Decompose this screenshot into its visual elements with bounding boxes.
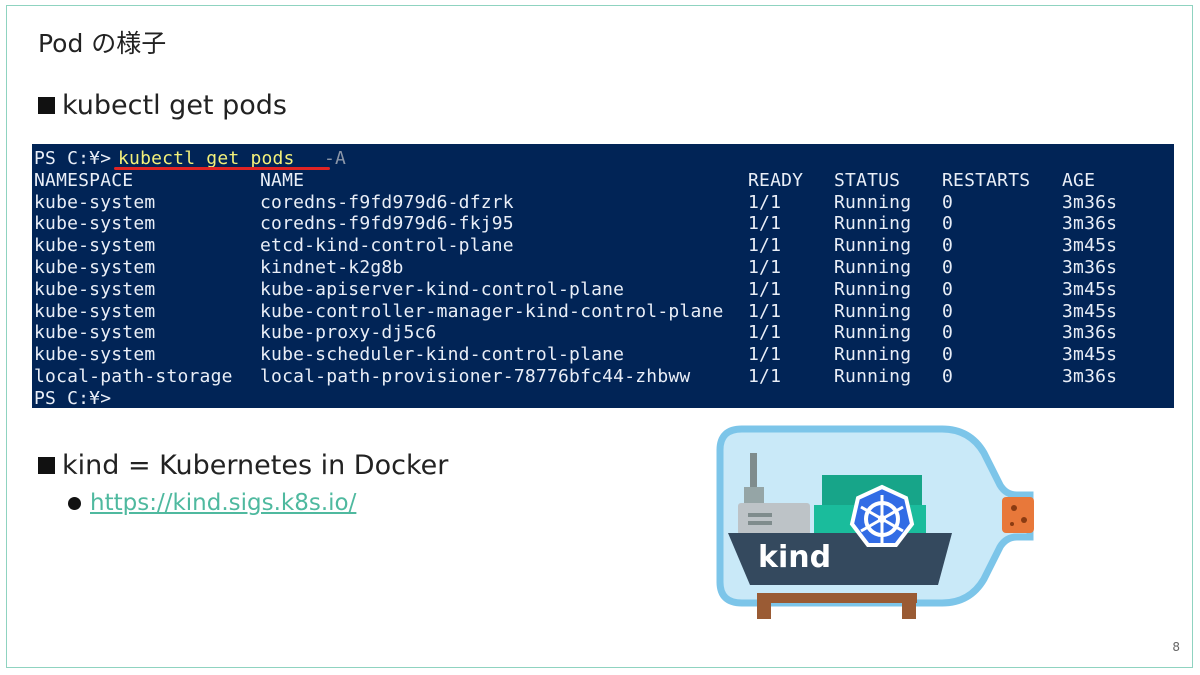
pod-status-cell: Running xyxy=(834,278,912,300)
pod-age-cell: 3m45s xyxy=(1062,300,1118,322)
header-age: AGE xyxy=(1062,169,1096,191)
header-ready: READY xyxy=(748,169,804,191)
pod-name-cell: etcd-kind-control-plane xyxy=(260,235,514,257)
terminal-final-prompt[interactable]: PS C:¥> xyxy=(34,388,111,410)
pod-namespace-cell: kube-system xyxy=(34,344,156,366)
pod-ready-cell: 1/1 xyxy=(748,344,782,366)
pod-status-cell: Running xyxy=(834,322,912,344)
terminal-header-row: NAMESPACE NAME READY STATUS RESTARTS AGE xyxy=(34,170,1172,192)
pod-age-cell: 3m36s xyxy=(1062,256,1118,278)
pod-ready-cell: 1/1 xyxy=(748,213,782,235)
pod-row: kube-system coredns-f9fd979d6-dfzrk 1/1 Run… xyxy=(34,192,1172,214)
square-bullet-icon xyxy=(38,457,55,474)
pod-status-cell: Running xyxy=(834,300,912,322)
pod-row: kube-system kindnet-k2g8b 1/1 Running 0 3m36s xyxy=(34,257,1172,279)
pod-age-cell: 3m45s xyxy=(1062,344,1118,366)
pod-status-cell: Running xyxy=(834,256,912,278)
header-namespace: NAMESPACE xyxy=(34,169,134,191)
command-underline-annotation xyxy=(114,167,330,170)
pod-namespace-cell: kube-system xyxy=(34,322,156,344)
pod-ready-cell: 1/1 xyxy=(748,278,782,300)
pod-rows: kube-system coredns-f9fd979d6-dfzrk 1/1 Run… xyxy=(34,192,1172,388)
pod-age-cell: 3m45s xyxy=(1062,235,1118,257)
pod-status-cell: Running xyxy=(834,191,912,213)
pod-status-cell: Running xyxy=(834,365,912,387)
pod-ready-cell: 1/1 xyxy=(748,256,782,278)
terminal-final-prompt-line: PS C:¥> xyxy=(34,388,1172,410)
bullet-kind-label: kind = Kubernetes in Docker xyxy=(62,450,449,481)
pod-name-cell: local-path-provisioner-78776bfc44-zhbww xyxy=(260,365,691,387)
pod-restarts-cell: 0 xyxy=(942,191,954,213)
pod-row: kube-system coredns-f9fd979d6-fkj95 1/1 Run… xyxy=(34,213,1172,235)
pod-restarts-cell: 0 xyxy=(942,300,954,322)
pod-name-cell: coredns-f9fd979d6-dfzrk xyxy=(260,191,514,213)
pod-ready-cell: 1/1 xyxy=(748,365,782,387)
terminal-prompt: PS C:¥> xyxy=(34,148,112,169)
pod-ready-cell: 1/1 xyxy=(748,235,782,257)
kubernetes-helm-icon xyxy=(849,484,915,547)
header-name: NAME xyxy=(260,169,305,191)
pod-name-cell: kube-controller-manager-kind-control-pla… xyxy=(260,300,724,322)
pod-restarts-cell: 0 xyxy=(942,213,954,235)
pod-namespace-cell: kube-system xyxy=(34,256,156,278)
pod-status-cell: Running xyxy=(834,235,912,257)
cork-icon xyxy=(1002,497,1034,533)
sub-bullet-link: https://kind.sigs.k8s.io/ xyxy=(68,490,356,516)
pod-age-cell: 3m36s xyxy=(1062,191,1118,213)
bullet-kubectl: kubectl get pods xyxy=(38,90,287,121)
pod-namespace-cell: kube-system xyxy=(34,235,156,257)
pod-restarts-cell: 0 xyxy=(942,235,954,257)
page-number: 8 xyxy=(1172,640,1180,654)
pod-ready-cell: 1/1 xyxy=(748,191,782,213)
pod-row: local-path-storage local-path-provisioner… xyxy=(34,366,1172,388)
pod-row: kube-system kube-scheduler-kind-control-p… xyxy=(34,344,1172,366)
pod-name-cell: kube-apiserver-kind-control-plane xyxy=(260,278,625,300)
pod-namespace-cell: local-path-storage xyxy=(34,365,233,387)
stand-icon xyxy=(757,593,917,603)
pod-age-cell: 3m45s xyxy=(1062,278,1118,300)
header-restarts: RESTARTS xyxy=(942,169,1031,191)
pod-age-cell: 3m36s xyxy=(1062,365,1118,387)
slide-title: Pod の様子 xyxy=(38,29,167,58)
pod-ready-cell: 1/1 xyxy=(748,300,782,322)
square-bullet-icon xyxy=(38,97,55,114)
terminal-window[interactable]: PS C:¥> kubectl get pods -A NAMESPACE NA… xyxy=(32,144,1174,410)
bullet-kubectl-label: kubectl get pods xyxy=(62,90,287,121)
header-status: STATUS xyxy=(834,169,901,191)
pod-row: kube-system kube-proxy-dj5c6 1/1 Running 0 3m… xyxy=(34,322,1172,344)
pod-row: kube-system etcd-kind-control-plane 1/1 Run… xyxy=(34,235,1172,257)
pod-restarts-cell: 0 xyxy=(942,365,954,387)
pod-namespace-cell: kube-system xyxy=(34,191,156,213)
pod-status-cell: Running xyxy=(834,213,912,235)
pod-row: kube-system kube-apiserver-kind-control-p… xyxy=(34,279,1172,301)
pod-restarts-cell: 0 xyxy=(942,278,954,300)
pod-name-cell: kube-scheduler-kind-control-plane xyxy=(260,344,625,366)
round-bullet-icon xyxy=(68,496,81,510)
pod-ready-cell: 1/1 xyxy=(748,322,782,344)
pod-restarts-cell: 0 xyxy=(942,322,954,344)
pod-status-cell: Running xyxy=(834,344,912,366)
pod-name-cell: coredns-f9fd979d6-fkj95 xyxy=(260,213,514,235)
pod-namespace-cell: kube-system xyxy=(34,300,156,322)
kind-bottle-logo: kind xyxy=(716,425,1034,619)
kind-logo-text: kind xyxy=(758,540,831,575)
pod-restarts-cell: 0 xyxy=(942,256,954,278)
pod-row: kube-system kube-controller-manager-kind-… xyxy=(34,301,1172,323)
pod-name-cell: kindnet-k2g8b xyxy=(260,256,404,278)
pod-name-cell: kube-proxy-dj5c6 xyxy=(260,322,437,344)
bullet-kind: kind = Kubernetes in Docker xyxy=(38,450,448,481)
pod-age-cell: 3m36s xyxy=(1062,213,1118,235)
pod-namespace-cell: kube-system xyxy=(34,213,156,235)
pod-age-cell: 3m36s xyxy=(1062,322,1118,344)
pod-restarts-cell: 0 xyxy=(942,344,954,366)
pod-namespace-cell: kube-system xyxy=(34,278,156,300)
kind-website-link[interactable]: https://kind.sigs.k8s.io/ xyxy=(90,490,356,516)
